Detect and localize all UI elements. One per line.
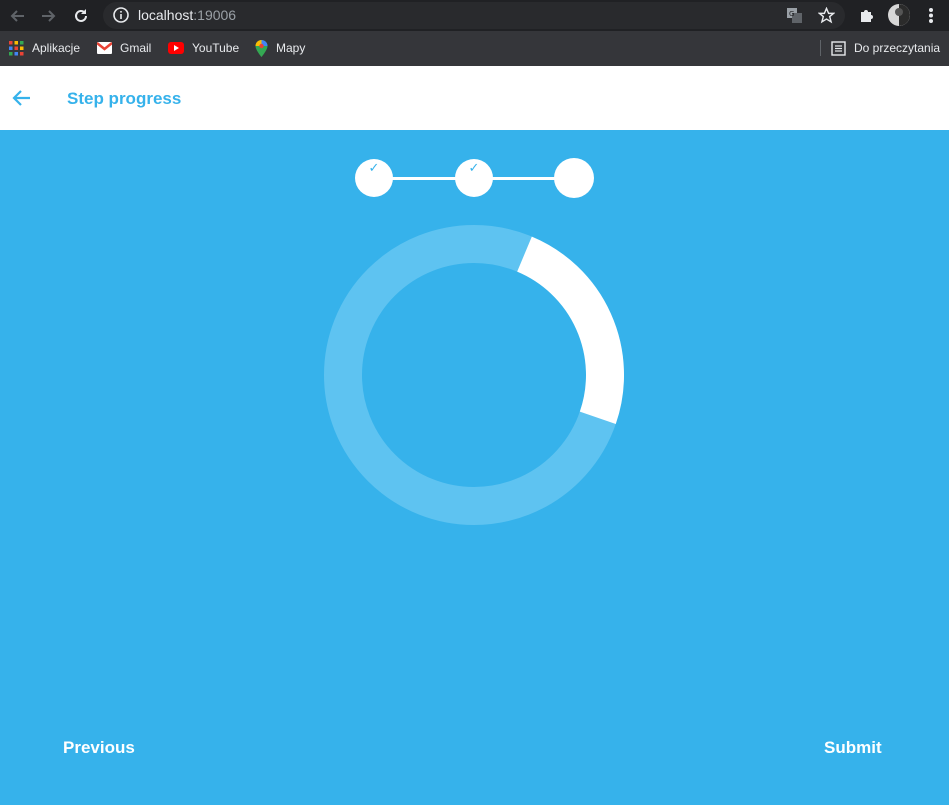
gmail-icon [97, 42, 112, 54]
maps-pin-icon [255, 39, 268, 57]
translate-icon[interactable]: G [786, 7, 803, 29]
app-header: Step progress [0, 66, 949, 130]
extensions-icon[interactable] [858, 7, 875, 29]
step-1: ✓ [355, 159, 393, 197]
reading-list-icon [831, 40, 846, 56]
svg-text:G: G [789, 10, 794, 18]
arrow-left-icon[interactable] [11, 89, 31, 112]
bookmark-maps[interactable]: Mapy [255, 39, 305, 57]
bookmark-label: Aplikacje [32, 41, 81, 55]
apps-grid-icon [9, 40, 24, 55]
progress-ring [324, 225, 624, 525]
bookmark-youtube[interactable]: YouTube [168, 39, 239, 57]
bookmark-label: Gmail [120, 41, 152, 55]
reading-list-button[interactable]: Do przeczytania [831, 39, 940, 57]
step-2: ✓ [455, 159, 493, 197]
submit-button[interactable]: Submit [824, 738, 882, 758]
bookmark-star-icon[interactable] [817, 6, 836, 29]
step-connector [488, 177, 564, 180]
step-connector [388, 177, 464, 180]
info-icon[interactable] [113, 7, 129, 28]
bookmarks-bar: Aplikacje Gmail YouTube Mapy Do przeczyt… [0, 31, 949, 66]
check-icon: ✓ [368, 160, 380, 175]
progress-ring-arc [516, 236, 624, 425]
main-content: ✓ ✓ Previous Submit [0, 130, 949, 805]
youtube-icon [168, 42, 184, 54]
menu-kebab-icon[interactable] [928, 7, 934, 29]
address-bar[interactable]: localhost:19006 G [103, 2, 845, 29]
page-title: Step progress [67, 89, 182, 108]
bookmark-apps[interactable]: Aplikacje [9, 39, 80, 57]
step-3 [554, 158, 594, 198]
profile-avatar[interactable] [888, 4, 910, 26]
browser-back-icon[interactable] [6, 5, 28, 27]
bookmark-label: YouTube [192, 41, 240, 55]
previous-button[interactable]: Previous [63, 738, 135, 758]
bookmarks-divider [820, 40, 821, 56]
bookmark-label: Mapy [276, 41, 306, 55]
url-text: localhost:19006 [138, 7, 237, 23]
browser-reload-icon[interactable] [70, 5, 92, 27]
browser-toolbar: localhost:19006 G [0, 0, 949, 31]
reading-list-label: Do przeczytania [854, 41, 941, 55]
browser-forward-icon[interactable] [38, 5, 60, 27]
check-icon: ✓ [468, 160, 480, 175]
bookmark-gmail[interactable]: Gmail [97, 39, 151, 57]
